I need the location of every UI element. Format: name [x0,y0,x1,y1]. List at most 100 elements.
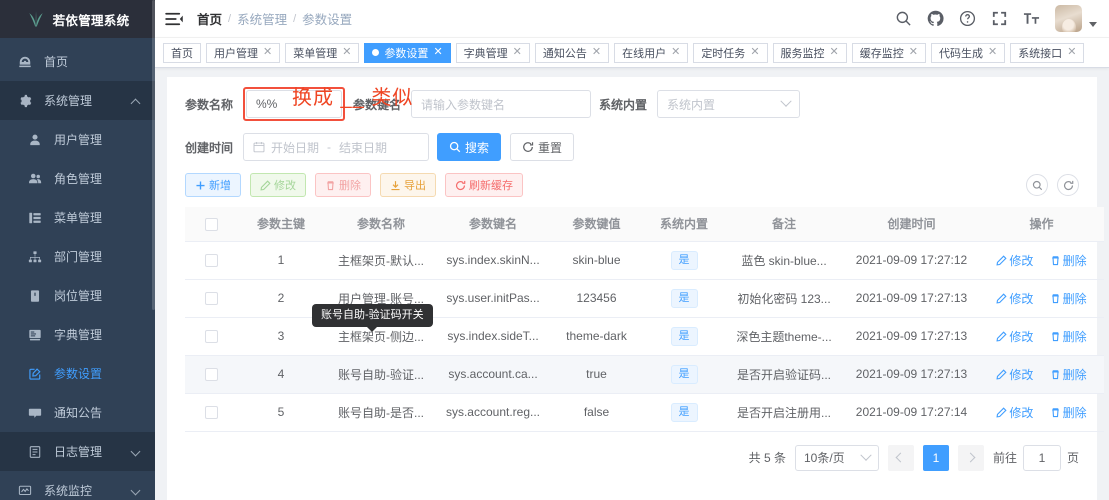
sidebar-item-system-management[interactable]: 系统管理 [0,81,155,120]
search-button[interactable]: 搜索 [437,133,502,161]
breadcrumb-item-system[interactable]: 系统管理 [237,9,287,28]
row-delete-link[interactable]: 删除 [1050,404,1087,421]
pagination-page-1[interactable]: 1 [922,444,949,471]
table-row[interactable]: 1 主框架页-默认... sys.index.skinN... skin-blu… [185,241,1104,280]
sidebar-item-menu-management[interactable]: 菜单管理 [0,198,155,237]
jump-page-input[interactable]: 1 [1022,444,1061,471]
export-button[interactable]: 导出 [380,173,436,197]
close-icon[interactable]: ✕ [671,47,680,58]
close-icon[interactable]: ✕ [830,47,839,58]
row-edit-link[interactable]: 修改 [996,252,1033,269]
pagination-prev-button[interactable] [887,444,914,471]
page-size-select[interactable]: 10条/页 [794,444,879,471]
delete-button[interactable]: 删除 [315,173,371,197]
close-icon[interactable]: ✕ [592,47,601,58]
tag-menu-management[interactable]: 菜单管理 ✕ [285,42,360,63]
pagination-next-button[interactable] [957,444,984,471]
tag-label: 参数设置 [384,47,429,60]
row-delete-link[interactable]: 删除 [1050,328,1087,345]
row-delete-link[interactable]: 删除 [1050,366,1087,383]
breadcrumb-item-home[interactable]: 首页 [197,9,222,28]
close-icon[interactable]: ✕ [513,47,522,58]
table-row[interactable]: 5 账号自助-是否... sys.account.reg... false 是 … [185,393,1104,432]
param-name-input[interactable]: %% [246,90,343,118]
github-icon[interactable] [927,10,944,27]
search-toggle-button[interactable] [1026,174,1048,196]
sidebar-item-post-management[interactable]: 岗位管理 [0,276,155,315]
cell-operations: 修改 删除 [979,279,1104,318]
tag-system-api[interactable]: 系统接口 ✕ [1010,42,1085,63]
close-icon[interactable]: ✕ [433,47,442,58]
add-button[interactable]: 新增 [185,173,241,197]
sidebar-logo-text: 若依管理系统 [52,13,130,28]
close-icon[interactable]: ✕ [909,47,918,58]
cell-param-key: sys.account.reg... [437,393,549,432]
sidebar-item-system-monitor[interactable]: 系统监控 [0,471,155,500]
sidebar-item-param-settings[interactable]: 参数设置 [0,354,155,393]
row-checkbox[interactable] [204,292,218,306]
row-delete-link[interactable]: 删除 [1050,290,1087,307]
font-size-icon[interactable] [1023,10,1040,27]
edit-button[interactable]: 修改 [250,173,306,197]
row-edit-label: 修改 [1009,329,1034,344]
sidebar-item-notice[interactable]: 通知公告 [0,393,155,432]
close-icon[interactable]: ✕ [1067,47,1076,58]
tag-cache-monitor[interactable]: 缓存监控 ✕ [851,42,926,63]
tag-notice[interactable]: 通知公告 ✕ [534,42,610,63]
content-card: 参数名称 %% 参数键名 请输入参数键名 系统内置 系统内置 创建时间 开始日期… [167,77,1104,500]
create-time-label: 创建时间 [185,140,234,155]
row-edit-link[interactable]: 修改 [996,290,1033,307]
row-checkbox[interactable] [204,406,218,420]
fullscreen-icon[interactable] [991,10,1008,27]
close-icon[interactable]: ✕ [750,47,759,58]
tag-online-user[interactable]: 在线用户 ✕ [614,42,689,63]
sidebar-item-home[interactable]: 首页 [0,42,155,81]
user-avatar[interactable] [1055,5,1082,32]
sidebar-item-dept-management[interactable]: 部门管理 [0,237,155,276]
refresh-cache-button[interactable]: 刷新缓存 [445,173,523,197]
row-checkbox[interactable] [204,368,218,382]
monitor-icon [18,485,32,495]
row-edit-link[interactable]: 修改 [996,328,1033,345]
tag-scheduled-task[interactable]: 定时任务 ✕ [693,42,768,63]
tag-code-generation[interactable]: 代码生成 ✕ [930,42,1006,63]
builtin-select[interactable]: 系统内置 [657,90,801,118]
tag-user-management[interactable]: 用户管理 ✕ [206,42,281,63]
chevron-left-icon [896,452,906,463]
tag-home[interactable]: 首页 [163,42,201,63]
caret-down-icon[interactable] [1089,22,1097,27]
close-icon[interactable]: ✕ [342,47,351,58]
row-select-cell [185,355,237,394]
refresh-table-button[interactable] [1057,174,1079,196]
close-icon[interactable]: ✕ [263,47,272,58]
row-edit-link[interactable]: 修改 [996,404,1033,421]
tag-dict-management[interactable]: 字典管理 ✕ [455,42,530,63]
row-select-cell [185,393,237,432]
tag-param-settings[interactable]: 参数设置 ✕ [364,42,451,63]
param-key-input[interactable]: 请输入参数键名 [411,90,592,118]
breadcrumb: 首页 / 系统管理 / 参数设置 [197,9,352,28]
sidebar-item-dict-management[interactable]: 字典管理 [0,315,155,354]
table-row[interactable]: 4 账号自助-验证... sys.account.ca... true 是 是否… [185,355,1104,394]
search-icon[interactable] [895,10,912,27]
question-circle-icon[interactable] [959,10,976,27]
tag-label: 服务监控 [780,47,825,60]
reset-button[interactable]: 重置 [510,133,575,161]
sidebar-item-log-management[interactable]: 日志管理 [0,432,155,471]
cell-remark: 是否开启注册用... [724,393,844,432]
row-checkbox[interactable] [204,254,218,268]
row-delete-label: 删除 [1062,329,1087,344]
tag-service-monitor[interactable]: 服务监控 ✕ [772,42,847,63]
close-icon[interactable]: ✕ [988,47,997,58]
calendar-icon [253,142,265,153]
row-delete-link[interactable]: 删除 [1050,252,1087,269]
row-checkbox[interactable] [204,330,218,344]
cell-param-key: sys.index.sideT... [437,317,549,356]
sidebar-item-role-management[interactable]: 角色管理 [0,159,155,198]
hamburger-icon[interactable] [165,12,183,26]
sidebar-item-user-management[interactable]: 用户管理 [0,120,155,159]
row-edit-link[interactable]: 修改 [996,366,1033,383]
create-time-range-picker[interactable]: 开始日期 - 结束日期 [243,133,430,161]
select-all-checkbox[interactable] [204,217,218,231]
sidebar-logo[interactable]: 若依管理系统 [0,0,155,38]
